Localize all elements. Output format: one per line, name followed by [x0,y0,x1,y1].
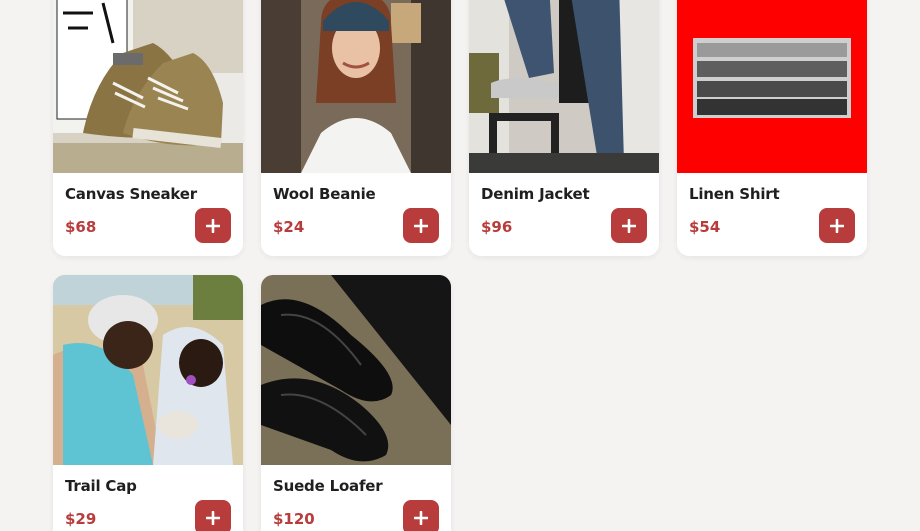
product-price: $120 [273,510,315,528]
plus-icon [414,510,428,525]
product-image[interactable] [261,0,451,173]
product-image[interactable] [469,0,659,173]
product-card[interactable]: Trail Cap $29 [53,275,243,531]
plus-icon [206,218,220,233]
plus-icon [622,218,636,233]
product-name[interactable]: Canvas Sneaker [65,185,197,203]
product-card[interactable]: Suede Loafer $120 [261,275,451,531]
plus-icon [414,218,428,233]
product-price: $54 [689,218,721,236]
group-photo-red-frame [677,0,867,173]
product-name[interactable]: Denim Jacket [481,185,590,203]
product-image[interactable] [677,0,867,173]
add-to-cart-button[interactable] [403,208,439,243]
product-card[interactable]: Canvas Sneaker $68 [53,0,243,256]
product-name[interactable]: Wool Beanie [273,185,376,203]
add-to-cart-button[interactable] [819,208,855,243]
add-to-cart-button[interactable] [611,208,647,243]
product-price: $29 [65,510,97,528]
product-card[interactable]: Denim Jacket $96 [469,0,659,256]
add-to-cart-button[interactable] [195,500,231,531]
product-price: $24 [273,218,305,236]
plus-icon [206,510,220,525]
product-price: $96 [481,218,513,236]
product-image[interactable] [53,275,243,465]
beanie-model-photo [261,0,451,173]
add-to-cart-button[interactable] [195,208,231,243]
product-card[interactable]: Wool Beanie $24 [261,0,451,256]
product-name[interactable]: Linen Shirt [689,185,780,203]
black-loafers-photo [261,275,451,465]
mother-child-photo [53,275,243,465]
product-image[interactable] [53,0,243,173]
plus-icon [830,218,844,233]
add-to-cart-button[interactable] [403,500,439,531]
product-grid: Canvas Sneaker $68 Wool Beanie $24 Denim… [0,0,920,531]
product-image[interactable] [261,275,451,465]
product-name[interactable]: Suede Loafer [273,477,383,495]
product-name[interactable]: Trail Cap [65,477,137,495]
sneaker-photo [53,0,243,173]
product-card[interactable]: Linen Shirt $54 [677,0,867,256]
denim-legs-photo [469,0,659,173]
product-price: $68 [65,218,97,236]
